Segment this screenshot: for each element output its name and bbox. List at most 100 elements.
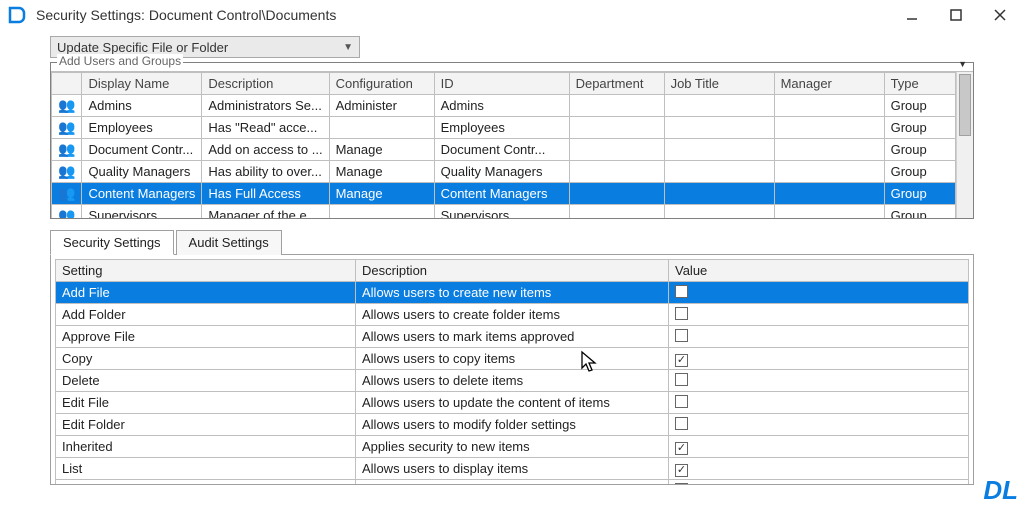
cell-desc: Allows users to mark items approved — [356, 326, 669, 348]
settings-row[interactable]: ListAllows users to display items ✓ — [56, 458, 969, 480]
cell-desc: Applies security to new items — [356, 436, 669, 458]
users-row[interactable]: 👥Quality ManagersHas ability to over...M… — [52, 161, 956, 183]
cell-id: Admins — [434, 95, 569, 117]
cell-desc: Manager of the e... — [202, 205, 329, 219]
col-config[interactable]: Configuration — [329, 73, 434, 95]
minimize-button[interactable] — [902, 5, 922, 25]
checkbox[interactable] — [675, 307, 688, 320]
close-button[interactable] — [990, 5, 1010, 25]
cell-display: Supervisors — [82, 205, 202, 219]
cell-desc: Allows users to copy items — [356, 348, 669, 370]
settings-row[interactable]: Add FileAllows users to create new items — [56, 282, 969, 304]
checkbox[interactable] — [675, 417, 688, 430]
cell-job — [664, 161, 774, 183]
cell-id: Content Managers — [434, 183, 569, 205]
col-icon[interactable] — [52, 73, 82, 95]
cell-value[interactable] — [669, 370, 969, 392]
settings-row[interactable]: CopyAllows users to copy items ✓ — [56, 348, 969, 370]
col-value[interactable]: Value — [669, 260, 969, 282]
cell-value[interactable] — [669, 304, 969, 326]
cell-display: Content Managers — [82, 183, 202, 205]
cell-config: Manage — [329, 139, 434, 161]
cell-desc: Has "Read" acce... — [202, 117, 329, 139]
col-mgr[interactable]: Manager — [774, 73, 884, 95]
cell-job — [664, 117, 774, 139]
cell-type: Group — [884, 161, 955, 183]
cell-value[interactable]: ✓ — [669, 436, 969, 458]
checkbox[interactable]: ✓ — [675, 442, 688, 455]
settings-row[interactable]: DeleteAllows users to delete items — [56, 370, 969, 392]
cell-dept — [569, 183, 664, 205]
users-row[interactable]: 👥Content ManagersHas Full AccessManageCo… — [52, 183, 956, 205]
cell-value[interactable] — [669, 480, 969, 486]
users-row[interactable]: 👥SupervisorsManager of the e...Superviso… — [52, 205, 956, 219]
group-icon: 👥 — [52, 95, 82, 117]
cell-display: Quality Managers — [82, 161, 202, 183]
maximize-button[interactable] — [946, 5, 966, 25]
cell-setting: Copy — [56, 348, 356, 370]
col-job[interactable]: Job Title — [664, 73, 774, 95]
cell-desc: Allows users to create folder items — [356, 304, 669, 326]
checkbox[interactable]: ✓ — [675, 464, 688, 477]
settings-row[interactable]: InheritedApplies security to new items✓ — [56, 436, 969, 458]
group-icon: 👥 — [52, 117, 82, 139]
cell-job — [664, 183, 774, 205]
col-desc[interactable]: Description — [202, 73, 329, 95]
checkbox[interactable] — [675, 285, 688, 298]
cell-setting: Add File — [56, 282, 356, 304]
cell-config — [329, 117, 434, 139]
cell-id: Document Contr... — [434, 139, 569, 161]
cell-desc: Allows users to delete items — [356, 370, 669, 392]
users-row[interactable]: 👥AdminsAdministrators Se...AdministerAdm… — [52, 95, 956, 117]
cell-value[interactable] — [669, 414, 969, 436]
col-setting[interactable]: Setting — [56, 260, 356, 282]
tab-audit[interactable]: Audit Settings — [176, 230, 282, 255]
cell-mgr — [774, 161, 884, 183]
settings-row[interactable]: Edit FolderAllows users to modify folder… — [56, 414, 969, 436]
cell-job — [664, 139, 774, 161]
cell-mgr — [774, 95, 884, 117]
cell-id: Supervisors — [434, 205, 569, 219]
tab-security[interactable]: Security Settings — [50, 230, 174, 255]
checkbox[interactable] — [675, 395, 688, 408]
col-type[interactable]: Type — [884, 73, 955, 95]
cell-type: Group — [884, 139, 955, 161]
col-display[interactable]: Display Name — [82, 73, 202, 95]
cell-value[interactable] — [669, 326, 969, 348]
settings-table[interactable]: Setting Description Value Add FileAllows… — [55, 259, 969, 485]
col-id[interactable]: ID — [434, 73, 569, 95]
cell-mgr — [774, 117, 884, 139]
cell-value[interactable]: ✓ — [669, 348, 969, 370]
group-icon: 👥 — [52, 205, 82, 219]
settings-row[interactable]: Approve FileAllows users to mark items a… — [56, 326, 969, 348]
cell-value[interactable] — [669, 392, 969, 414]
tabs: Security Settings Audit Settings — [50, 229, 974, 255]
users-table[interactable]: Display Name Description Configuration I… — [51, 72, 956, 218]
settings-row[interactable]: Edit FileAllows users to update the cont… — [56, 392, 969, 414]
settings-row[interactable]: Add FolderAllows users to create folder … — [56, 304, 969, 326]
cell-setting: List — [56, 458, 356, 480]
cell-dept — [569, 205, 664, 219]
cell-mgr — [774, 139, 884, 161]
panel-dropdown-icon[interactable]: ▼ — [958, 59, 967, 69]
col-dept[interactable]: Department — [569, 73, 664, 95]
cell-desc: Allows users to display items — [356, 458, 669, 480]
cell-value[interactable]: ✓ — [669, 458, 969, 480]
title-bar: Security Settings: Document Control\Docu… — [0, 0, 1024, 30]
checkbox[interactable] — [675, 329, 688, 342]
cell-value[interactable] — [669, 282, 969, 304]
cell-dept — [569, 117, 664, 139]
users-row[interactable]: 👥Document Contr...Add on access to ...Ma… — [52, 139, 956, 161]
users-row[interactable]: 👥EmployeesHas "Read" acce...EmployeesGro… — [52, 117, 956, 139]
group-icon: 👥 — [52, 183, 82, 205]
users-scrollbar[interactable] — [956, 72, 973, 218]
settings-row[interactable]: Modify SecurityAllows users to update se… — [56, 480, 969, 486]
checkbox[interactable] — [675, 373, 688, 386]
col-description[interactable]: Description — [356, 260, 669, 282]
cell-setting: Add Folder — [56, 304, 356, 326]
checkbox[interactable]: ✓ — [675, 354, 688, 367]
checkbox[interactable] — [675, 483, 688, 486]
cell-job — [664, 205, 774, 219]
cell-desc: Has ability to over... — [202, 161, 329, 183]
cell-id: Quality Managers — [434, 161, 569, 183]
